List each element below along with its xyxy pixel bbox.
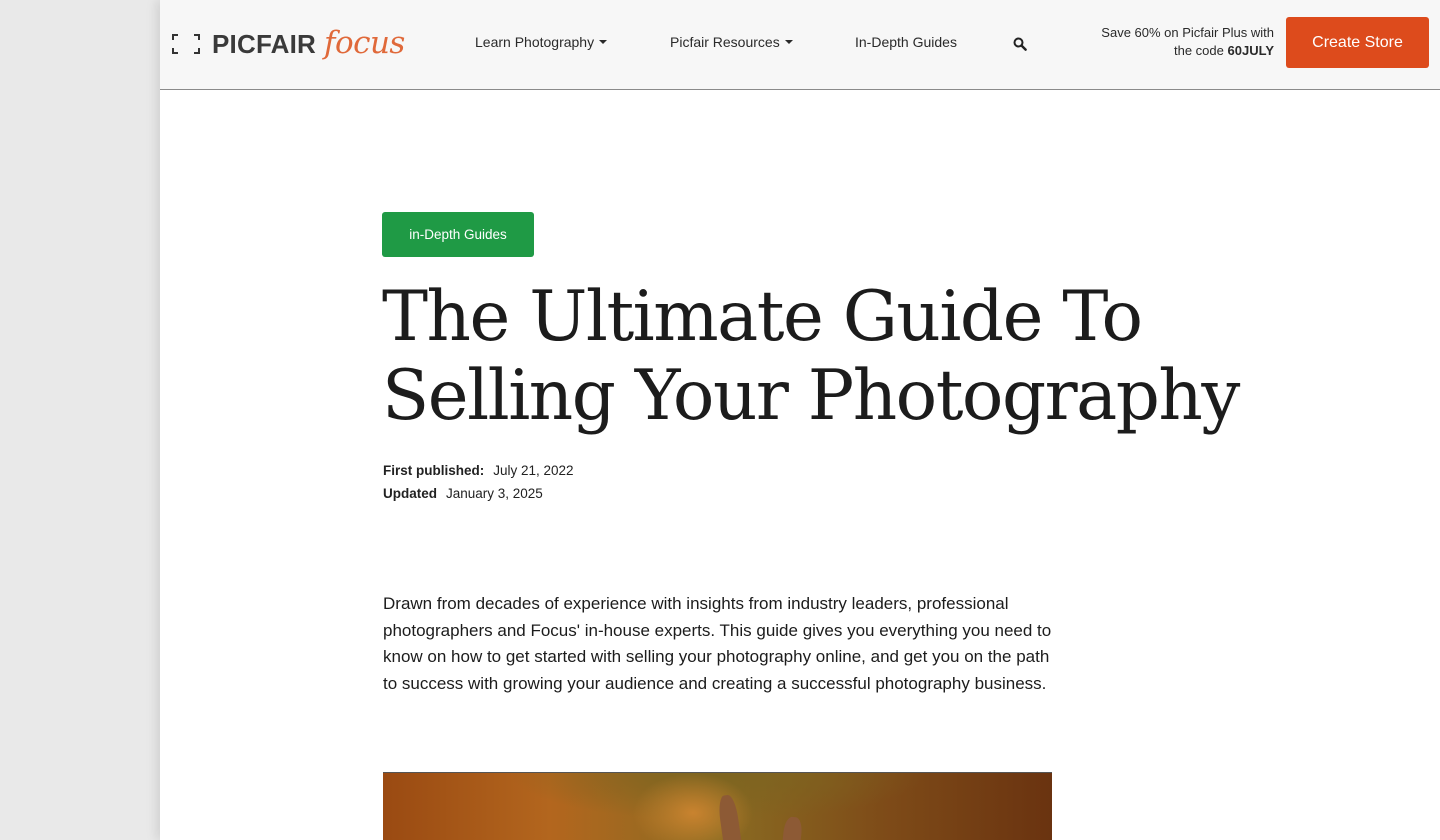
nav-item-learn-photography[interactable]: Learn Photography [475, 34, 608, 50]
nav-item-label: Learn Photography [475, 34, 595, 50]
category-badge[interactable]: in-Depth Guides [382, 212, 534, 257]
article-lead-paragraph: Drawn from decades of experience with in… [383, 594, 1052, 694]
top-navigation: PICFAIR focus Learn Photography Picfair … [160, 0, 1440, 90]
logo-sub-text: focus [323, 25, 405, 61]
caret-down-icon [599, 40, 608, 44]
promo-line1: Save 60% on Picfair Plus with [1101, 25, 1274, 40]
updated-date: January 3, 2025 [446, 486, 543, 501]
page: PICFAIR focus Learn Photography Picfair … [160, 0, 1440, 840]
search-icon[interactable] [1013, 37, 1027, 51]
article-title: The Ultimate Guide To Selling Your Photo… [382, 278, 1402, 436]
promo-code: 60JULY [1227, 43, 1275, 58]
promo-line2-prefix: the code [1174, 43, 1228, 58]
nav-item-label: In-Depth Guides [855, 34, 957, 50]
updated-label: Updated [383, 486, 437, 501]
article-title-line1: The Ultimate Guide To [382, 277, 1143, 357]
logo-brand-text: PICFAIR [212, 28, 316, 59]
hero-image [383, 772, 1052, 840]
article-title-line2: Selling Your Photography [382, 356, 1240, 436]
nav-item-in-depth-guides[interactable]: In-Depth Guides [855, 34, 957, 50]
nav-item-label: Picfair Resources [670, 34, 780, 50]
nav-item-picfair-resources[interactable]: Picfair Resources [670, 34, 793, 50]
create-store-button[interactable]: Create Store [1286, 17, 1429, 68]
caret-down-icon [784, 40, 793, 44]
article-meta: First published: July 21, 2022 Updated J… [383, 459, 574, 505]
frame-icon [172, 34, 200, 54]
site-logo[interactable]: PICFAIR focus [172, 24, 405, 64]
promo-text: Save 60% on Picfair Plus with the code 6… [1056, 24, 1274, 60]
first-published-date: July 21, 2022 [493, 463, 574, 478]
first-published-label: First published: [383, 463, 485, 478]
